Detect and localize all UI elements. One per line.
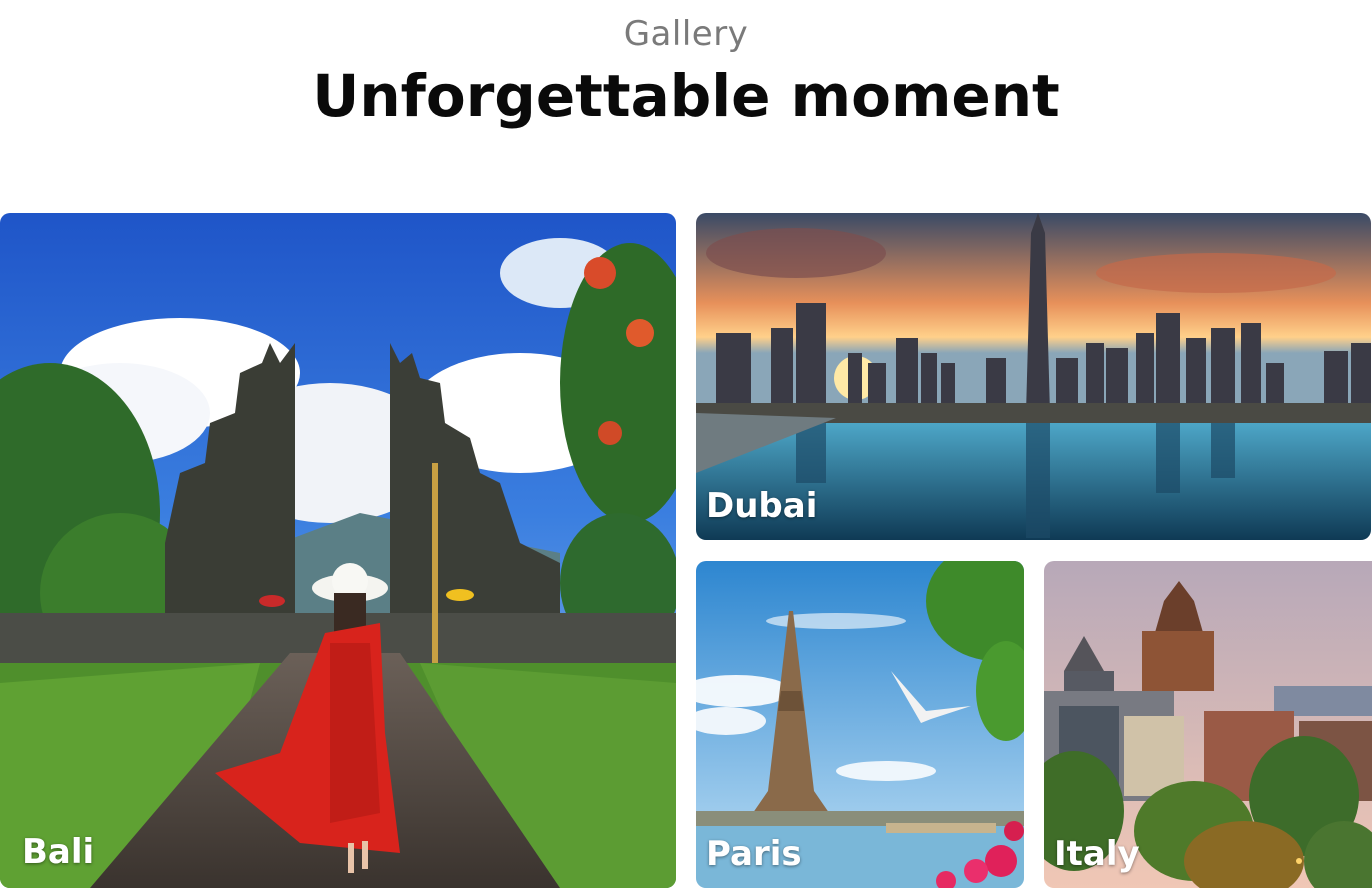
- gallery-card-paris[interactable]: Paris: [696, 561, 1024, 888]
- gallery-card-dubai[interactable]: Dubai: [696, 213, 1371, 540]
- gallery-card-label: Italy: [1054, 834, 1140, 874]
- gallery-card-bali[interactable]: Bali: [0, 213, 676, 888]
- bali-photo: [0, 213, 676, 888]
- gallery-card-label: Dubai: [706, 486, 818, 526]
- gallery-card-label: Bali: [22, 832, 95, 872]
- page-title: Unforgettable moment: [312, 62, 1060, 130]
- gallery-card-italy[interactable]: Italy: [1044, 561, 1372, 888]
- gallery-eyebrow: Gallery: [623, 14, 749, 54]
- gallery-card-label: Paris: [706, 834, 802, 874]
